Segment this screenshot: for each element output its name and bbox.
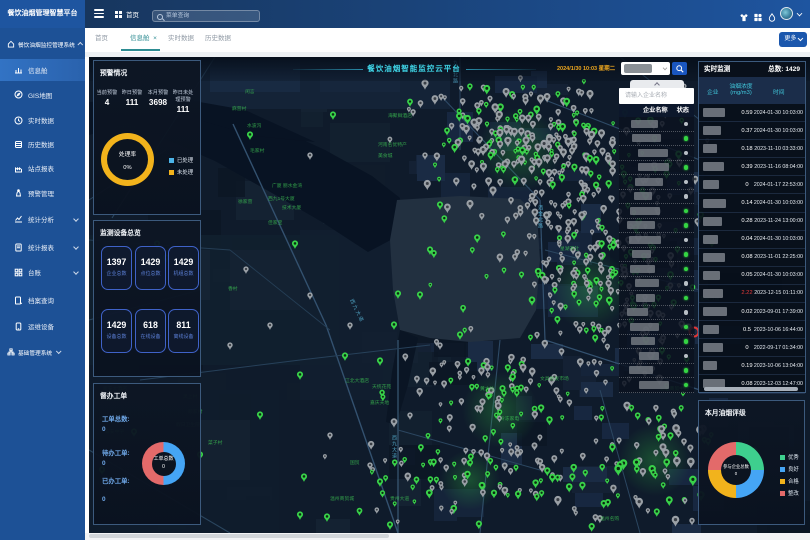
svg-text:河南名优特产: 河南名优特产 — [378, 141, 407, 148]
svg-text:徐家营: 徐家营 — [238, 198, 253, 205]
svg-text:文具批发市场: 文具批发市场 — [540, 375, 569, 382]
svg-text:星湖茶社: 星湖茶社 — [560, 245, 579, 252]
svg-text:国贸: 国贸 — [350, 459, 360, 466]
svg-text:温州名购: 温州名购 — [600, 515, 619, 522]
svg-text:麻营村: 麻营村 — [232, 105, 247, 112]
svg-text:技术大厦: 技术大厦 — [282, 204, 301, 211]
svg-text:香村: 香村 — [228, 285, 238, 292]
svg-text:水波沟: 水波沟 — [247, 122, 262, 129]
svg-text:温州商贸城: 温州商贸城 — [330, 495, 354, 502]
svg-text:毛家村: 毛家村 — [250, 147, 265, 154]
svg-text:洒金北路: 洒金北路 — [537, 204, 543, 229]
svg-text:海聚鲜酒店: 海聚鲜酒店 — [388, 112, 412, 119]
svg-text:贵州大道: 贵州大道 — [390, 495, 409, 502]
svg-text:天统花苑: 天统花苑 — [372, 383, 391, 390]
svg-text:西九大道: 西九大道 — [391, 435, 397, 459]
svg-text:佳家宝: 佳家宝 — [268, 219, 283, 226]
svg-text:闲言: 闲言 — [245, 88, 255, 95]
svg-text:江北大酒店: 江北大酒店 — [345, 377, 369, 384]
svg-text:美食城: 美食城 — [378, 152, 393, 159]
svg-text:广厦 丽水金湾: 广厦 丽水金湾 — [272, 182, 302, 189]
svg-text:西九1号大厦: 西九1号大厦 — [268, 195, 295, 202]
svg-text:冷冻家电: 冷冻家电 — [500, 415, 519, 422]
svg-text:黄大仙: 黄大仙 — [480, 385, 495, 392]
svg-text:菜子村: 菜子村 — [208, 439, 223, 446]
svg-text:嘉庆天地: 嘉庆天地 — [370, 399, 389, 406]
